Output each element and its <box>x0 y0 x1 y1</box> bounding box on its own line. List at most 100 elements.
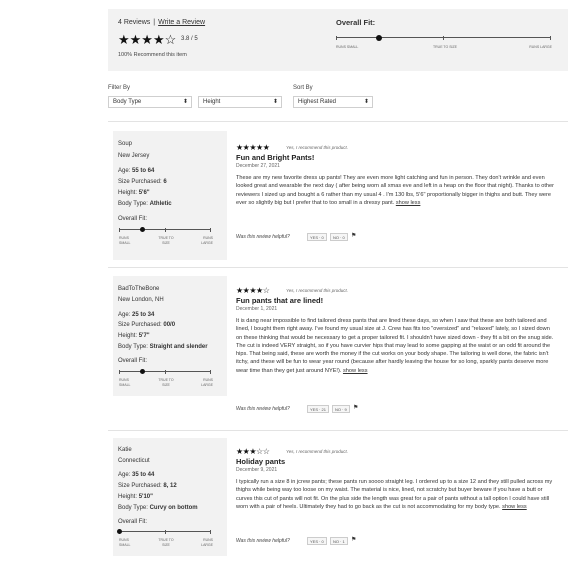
reviewer-age: Age: 55 to 64 <box>118 168 155 174</box>
height-select[interactable]: Height ⬍ <box>198 96 282 108</box>
review-content: ★★★★★ Yes, I recommend this product. Fun… <box>236 143 556 253</box>
fit-tick <box>210 227 211 232</box>
fit-label-true: TRUE TO SIZE <box>433 45 457 49</box>
recommend-text: Yes, I recommend this product. <box>286 449 349 454</box>
fit-tick <box>165 369 166 374</box>
fit-label-true: TRUE TO SIZE <box>158 538 174 547</box>
review-date: December 27, 2021 <box>236 163 280 169</box>
helpful-no-button[interactable]: NO · 0 <box>330 233 348 241</box>
review-date: December 9, 2021 <box>236 467 278 473</box>
show-less-link[interactable]: show less <box>343 368 368 374</box>
show-less-link[interactable]: show less <box>396 200 421 206</box>
reviewer-height: Height: 5'6" <box>118 190 150 196</box>
reviewer-name: BadToTheBone <box>118 286 160 292</box>
review-body: It is dang near impossible to find tailo… <box>236 318 554 374</box>
helpful-label: Was this review helpful? <box>236 538 290 544</box>
fit-tick <box>119 227 120 232</box>
divider <box>108 121 568 122</box>
recommend-text: Yes, I recommend this product. <box>286 288 349 293</box>
review-content: ★★★★☆ Yes, I recommend this product. Fun… <box>236 286 556 416</box>
reviewer-body-type: Body Type: Straight and slender <box>118 344 208 350</box>
height-value: Height <box>203 99 221 105</box>
recommend-percent: 100% Recommend this item <box>118 52 187 58</box>
fit-tick <box>550 35 551 40</box>
sort-select[interactable]: Highest Rated ⬍ <box>293 96 373 108</box>
reviewer-size: Size Purchased: 00/0 <box>118 322 176 328</box>
separator: | <box>153 19 156 26</box>
reviewer-age: Age: 25 to 34 <box>118 312 155 318</box>
reviewer-age: Age: 35 to 44 <box>118 472 155 478</box>
select-arrow-icon: ⬍ <box>363 99 369 105</box>
fit-tick <box>119 369 120 374</box>
fit-tick <box>210 369 211 374</box>
helpful-yes-button[interactable]: YES · 0 <box>307 537 327 545</box>
reviewer-location: Connecticut <box>118 458 150 464</box>
reviewer-height: Height: 5'7" <box>118 333 150 339</box>
reviewer-height: Height: 5'10" <box>118 494 153 500</box>
review-count-row: 4 Reviews | Write a Review <box>118 19 205 26</box>
divider <box>108 430 568 431</box>
review-stars: ★★★★★ <box>236 143 270 152</box>
rating-score: 3.8 / 5 <box>181 36 198 42</box>
overall-fit-label: Overall Fit: <box>336 18 376 27</box>
fit-label-small: RUNS SMALL <box>119 236 131 245</box>
fit-label-large: RUNS LARGE <box>201 236 213 245</box>
review-stars: ★★★☆☆ <box>236 447 270 456</box>
helpful-no-button[interactable]: NO · 9 <box>332 405 350 413</box>
reviewer-fit-label: Overall Fit: <box>118 216 148 222</box>
fit-label-large: RUNS LARGE <box>529 45 552 49</box>
fit-indicator <box>116 528 122 534</box>
review-stars: ★★★★☆ <box>236 286 270 295</box>
fit-label-small: RUNS SMALL <box>119 378 131 387</box>
review-content: ★★★☆☆ Yes, I recommend this product. Hol… <box>236 447 556 547</box>
rating-stars: ★★★★☆ <box>118 32 177 47</box>
helpful-no-button[interactable]: NO · 1 <box>330 537 348 545</box>
select-arrow-icon: ⬍ <box>182 99 188 105</box>
reviewer-name: Soup <box>118 141 133 147</box>
reviewer-card: BadToTheBone New London, NH Age: 25 to 3… <box>113 276 227 396</box>
fit-label-true: TRUE TO SIZE <box>158 378 174 387</box>
sort-value: Highest Rated <box>298 99 337 105</box>
write-review-link[interactable]: Write a Review <box>158 19 205 26</box>
fit-label-small: RUNS SMALL <box>119 538 131 547</box>
review-date: December 1, 2021 <box>236 306 278 312</box>
flag-icon[interactable]: ⚑ <box>353 404 358 411</box>
fit-label-small: RUNS SMALL <box>336 45 359 49</box>
review-body: These are my new favorite dress up pants… <box>236 175 555 206</box>
helpful-label: Was this review helpful? <box>236 406 290 412</box>
reviewer-location: New Jersey <box>118 153 150 159</box>
filter-by-label: Filter By <box>108 85 131 91</box>
reviewer-location: New London, NH <box>118 297 164 303</box>
fit-label-large: RUNS LARGE <box>201 538 213 547</box>
reviewer-name: Katie <box>118 447 132 453</box>
review-summary: 4 Reviews | Write a Review ★★★★☆ 3.8 / 5 1… <box>108 9 568 71</box>
fit-indicator <box>376 34 382 41</box>
fit-tick <box>443 35 444 40</box>
helpful-yes-button[interactable]: YES · 21 <box>307 405 330 413</box>
divider <box>108 267 568 268</box>
review-count: 4 Reviews <box>118 19 151 26</box>
sort-by-label: Sort By <box>293 85 313 91</box>
recommend-text: Yes, I recommend this product. <box>286 145 349 150</box>
reviewer-size: Size Purchased: 6 <box>118 179 167 185</box>
reviewer-body-type: Body Type: Curvy on bottom <box>118 505 198 511</box>
review-title: Fun pants that are lined! <box>236 296 324 305</box>
reviewer-card: Soup New Jersey Age: 55 to 64 Size Purch… <box>113 131 227 260</box>
fit-tick <box>336 35 337 40</box>
flag-icon[interactable]: ⚑ <box>351 536 356 543</box>
reviewer-size: Size Purchased: 8, 12 <box>118 483 177 489</box>
helpful-label: Was this review helpful? <box>236 234 290 240</box>
review-title: Fun and Bright Pants! <box>236 153 315 162</box>
fit-label-large: RUNS LARGE <box>201 378 213 387</box>
helpful-yes-button[interactable]: YES · 0 <box>307 233 327 241</box>
fit-tick <box>165 227 166 232</box>
review-body: I typically run a size 8 in jcrew pants;… <box>236 479 553 510</box>
review-title: Holiday pants <box>236 457 286 466</box>
body-type-select[interactable]: Body Type ⬍ <box>108 96 192 108</box>
fit-tick <box>210 529 211 534</box>
fit-label-true: TRUE TO SIZE <box>158 236 174 245</box>
show-less-link[interactable]: show less <box>502 504 527 510</box>
reviewer-fit-label: Overall Fit: <box>118 519 148 525</box>
flag-icon[interactable]: ⚑ <box>351 232 356 239</box>
reviewer-card: Katie Connecticut Age: 35 to 44 Size Pur… <box>113 438 227 556</box>
